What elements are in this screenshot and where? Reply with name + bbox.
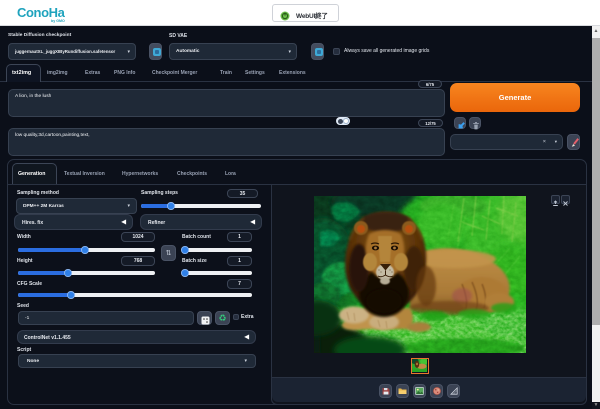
svg-text:by GMO: by GMO xyxy=(51,19,65,23)
svg-text:ConoHa: ConoHa xyxy=(17,5,66,20)
